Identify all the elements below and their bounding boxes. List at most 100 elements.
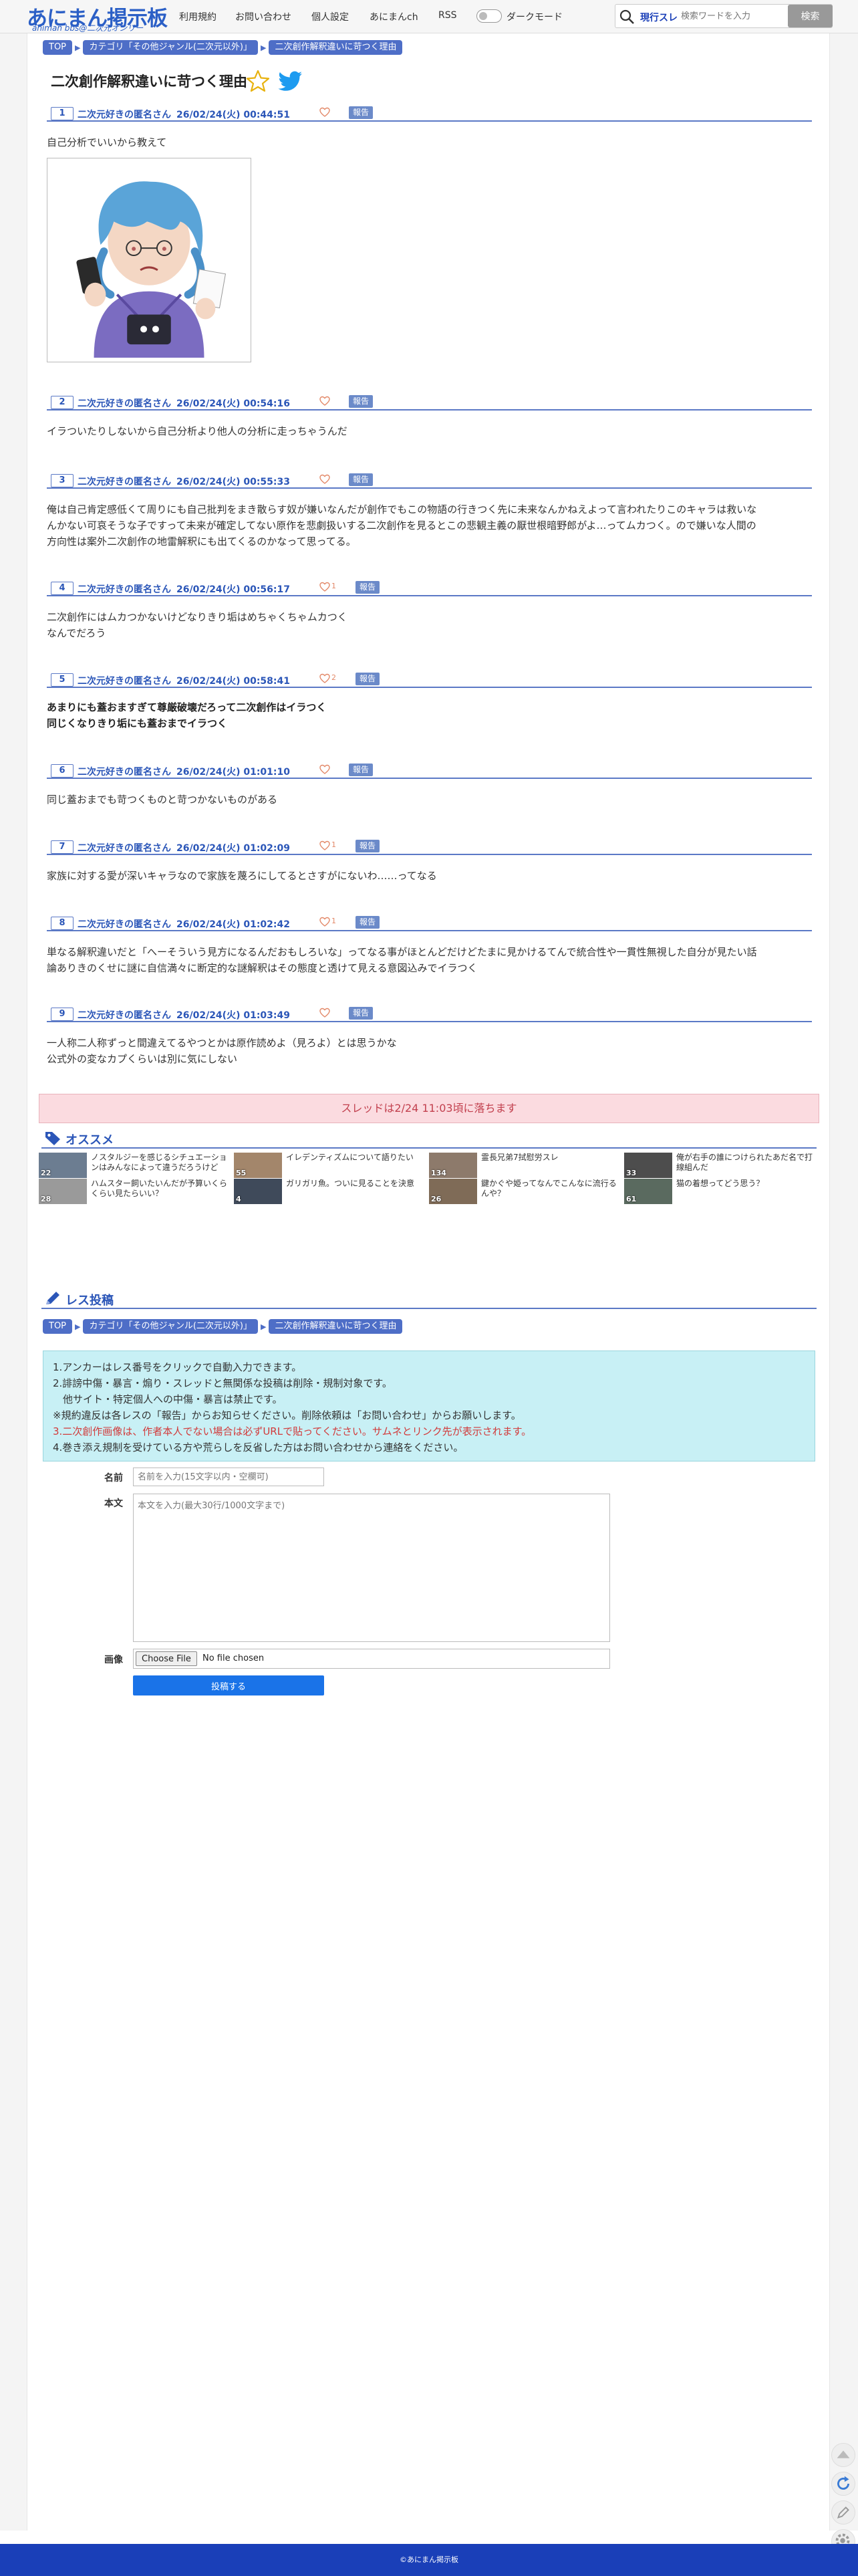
post-number[interactable]: 9 bbox=[51, 1008, 74, 1021]
report-button[interactable]: 報告 bbox=[349, 473, 374, 486]
nav-animanch[interactable]: あにまんch bbox=[370, 10, 418, 23]
twitter-icon[interactable] bbox=[278, 71, 303, 92]
report-button[interactable]: 報告 bbox=[349, 106, 374, 119]
breadcrumb-thread[interactable]: 二次創作解釈違いに苛つく理由 bbox=[269, 1319, 403, 1334]
report-button[interactable]: 報告 bbox=[349, 1007, 374, 1020]
nav-terms[interactable]: 利用規約 bbox=[179, 10, 217, 23]
pencil-icon bbox=[837, 2506, 849, 2519]
recommend-thumbnail: 61 bbox=[624, 1179, 672, 1204]
post-author: 二次元好きの匿名さん bbox=[78, 477, 171, 487]
report-button[interactable]: 報告 bbox=[355, 673, 380, 685]
thread-expire-notice: スレッドは2/24 11:03頃に落ちます bbox=[39, 1094, 819, 1123]
post-image-thumbnail[interactable] bbox=[47, 158, 251, 362]
post-body: 同じ蓋おまでも苛つくものと苛つかないものがある bbox=[47, 792, 809, 808]
post-header: 8 二次元好きの匿名さん 26/02/24(火) 01:02:42 1 報告 bbox=[47, 914, 812, 931]
rule-line: 他サイト・特定個人への中傷・暴言は禁止です。 bbox=[53, 1393, 283, 1405]
heart-icon[interactable] bbox=[319, 917, 330, 927]
report-button[interactable]: 報告 bbox=[349, 395, 374, 408]
rule-line: 4.巻き添え規制を受けている方や荒らしを反省した方はお問い合わせから連絡をくださ… bbox=[53, 1441, 464, 1453]
breadcrumb-category[interactable]: カテゴリ「その他ジャンル(二次元以外)」 bbox=[83, 1319, 258, 1334]
heart-icon[interactable] bbox=[319, 840, 330, 851]
post-header: 1 二次元好きの匿名さん 26/02/24(火) 00:44:51 報告 bbox=[47, 104, 812, 122]
reply-form-header: レス投稿 bbox=[41, 1289, 817, 1309]
recommend-thumbnail: 22 bbox=[39, 1153, 87, 1178]
submit-button[interactable]: 投稿する bbox=[133, 1675, 324, 1695]
recommend-reply-count: 26 bbox=[431, 1195, 442, 1203]
post-number[interactable]: 4 bbox=[51, 582, 74, 595]
post-body: 一人称二人称ずっと間違えてるやつとかは原作読めよ（見ろよ）とは思うかな 公式外の変… bbox=[47, 1035, 809, 1067]
dark-mode-toggle[interactable] bbox=[476, 9, 502, 23]
breadcrumb-category[interactable]: カテゴリ「その他ジャンル(二次元以外)」 bbox=[83, 40, 258, 55]
reload-button[interactable] bbox=[831, 2472, 855, 2496]
left-gutter bbox=[0, 33, 27, 2531]
search-icon bbox=[619, 9, 634, 24]
post-number[interactable]: 2 bbox=[51, 396, 74, 409]
body-textarea[interactable] bbox=[133, 1494, 610, 1642]
post-number[interactable]: 3 bbox=[51, 474, 74, 487]
character-illustration bbox=[47, 158, 251, 362]
report-button[interactable]: 報告 bbox=[355, 581, 380, 594]
breadcrumb-top[interactable]: TOP bbox=[43, 1319, 73, 1334]
heart-icon[interactable] bbox=[319, 673, 330, 684]
post-author: 二次元好きの匿名さん bbox=[78, 676, 171, 687]
favorite-star-icon[interactable] bbox=[246, 70, 270, 92]
post-body: 二次創作にはムカつかないけどなりきり垢はめちゃくちゃムカつく なんでだろう bbox=[47, 609, 809, 641]
search-button[interactable]: 検索 bbox=[788, 5, 833, 27]
breadcrumb: TOP ▶ カテゴリ「その他ジャンル(二次元以外)」 ▶ 二次創作解釈違いに苛つく理由 bbox=[43, 40, 403, 56]
heart-icon[interactable] bbox=[319, 582, 330, 592]
post-author: 二次元好きの匿名さん bbox=[78, 584, 171, 595]
post-header: 7 二次元好きの匿名さん 26/02/24(火) 01:02:09 1 報告 bbox=[47, 838, 812, 855]
post-body-line: 公式外の変なカプくらいは別に気にしない bbox=[47, 1053, 238, 1065]
post-body-line: 方向性は案外二次創作の地雷解釈にも出てくるのかなって思ってる。 bbox=[47, 536, 356, 548]
heart-icon[interactable] bbox=[319, 396, 330, 406]
post-date: 26/02/24(火) 00:55:33 bbox=[176, 477, 290, 487]
choose-file-button[interactable]: Choose File bbox=[136, 1651, 197, 1666]
nav-rss[interactable]: RSS bbox=[438, 10, 457, 21]
scroll-top-button[interactable] bbox=[831, 2443, 855, 2467]
rule-line: 2.誹謗中傷・暴言・煽り・スレッドと無関係な投稿は削除・規制対象です。 bbox=[53, 1377, 392, 1389]
breadcrumb-top[interactable]: TOP bbox=[43, 40, 73, 55]
breadcrumb-thread[interactable]: 二次創作解釈違いに苛つく理由 bbox=[269, 40, 403, 55]
name-input[interactable] bbox=[133, 1468, 324, 1486]
heart-icon[interactable] bbox=[319, 764, 330, 775]
post-number[interactable]: 6 bbox=[51, 764, 74, 778]
image-file-input: Choose File No file chosen bbox=[133, 1649, 610, 1669]
post-number[interactable]: 1 bbox=[51, 107, 74, 120]
like-count: 1 bbox=[331, 840, 336, 849]
post-number[interactable]: 7 bbox=[51, 840, 74, 854]
post-body: 家族に対する愛が深いキャラなので家族を蔑ろにしてるとさすがにないわ……ってなる bbox=[47, 868, 809, 884]
post-body-line: 二次創作にはムカつかないけどなりきり垢はめちゃくちゃムカつく bbox=[47, 611, 347, 623]
report-button[interactable]: 報告 bbox=[349, 764, 374, 776]
recommend-item[interactable]: 55 イレデンティズムについて語りたい bbox=[234, 1153, 428, 1178]
report-button[interactable]: 報告 bbox=[355, 840, 380, 852]
recommend-thumbnail: 55 bbox=[234, 1153, 282, 1178]
recommend-item[interactable]: 22 ノスタルジーを感じるシチュエーションはみんなによって違うだろうけど bbox=[39, 1153, 233, 1178]
nav-contact[interactable]: お問い合わせ bbox=[235, 10, 291, 23]
search-scope[interactable]: 現行スレ bbox=[640, 11, 678, 24]
recommend-title-text: ガリガリ魚。ついに見ることを決意 bbox=[286, 1179, 415, 1188]
recommend-item[interactable]: 33 俺が右手の誰につけられたあだ名で打線組んだ bbox=[624, 1153, 818, 1178]
post-author: 二次元好きの匿名さん bbox=[78, 767, 171, 778]
heart-icon[interactable] bbox=[319, 474, 330, 485]
page-title: 二次創作解釈違いに苛つく理由 bbox=[51, 74, 247, 90]
search-input[interactable] bbox=[681, 7, 781, 25]
post-body-line: んかない可哀そうな子ですって未来が確定してない原作を悲劇扱いする二次創作を見ると… bbox=[47, 519, 756, 532]
post-header: 2 二次元好きの匿名さん 26/02/24(火) 00:54:16 報告 bbox=[47, 393, 812, 411]
site-logo[interactable]: あにまん掲示板 animan bbs@二次元オンリー bbox=[27, 1, 168, 33]
report-button[interactable]: 報告 bbox=[355, 916, 380, 929]
write-button[interactable] bbox=[831, 2500, 855, 2525]
post-number[interactable]: 5 bbox=[51, 673, 74, 687]
post-body-line: 一人称二人称ずっと間違えてるやつとかは原作読めよ（見ろよ）とは思うかな bbox=[47, 1037, 397, 1049]
recommend-item[interactable]: 134 霊長兄弟7拭慰労スレ bbox=[429, 1153, 623, 1178]
recommend-item[interactable]: 4 ガリガリ魚。ついに見ることを決意 bbox=[234, 1179, 428, 1204]
heart-icon[interactable] bbox=[319, 1008, 330, 1018]
recommend-item[interactable]: 28 ハムスター飼いたいんだが予算いくらくらい見たらいい？ bbox=[39, 1179, 233, 1204]
rule-line: ※規約違反は各レスの「報告」からお知らせください。削除依頼は「お問い合わせ」から… bbox=[53, 1409, 521, 1421]
post-date: 26/02/24(火) 00:54:16 bbox=[176, 398, 290, 409]
post-number[interactable]: 8 bbox=[51, 917, 74, 930]
recommend-item[interactable]: 61 猫の着想ってどう思う？ bbox=[624, 1179, 818, 1204]
post-header: 9 二次元好きの匿名さん 26/02/24(火) 01:03:49 報告 bbox=[47, 1005, 812, 1022]
nav-settings[interactable]: 個人設定 bbox=[311, 10, 349, 23]
heart-icon[interactable] bbox=[319, 107, 330, 118]
recommend-item[interactable]: 26 鍵かぐや姫ってなんでこんなに流行るんや？ bbox=[429, 1179, 623, 1204]
